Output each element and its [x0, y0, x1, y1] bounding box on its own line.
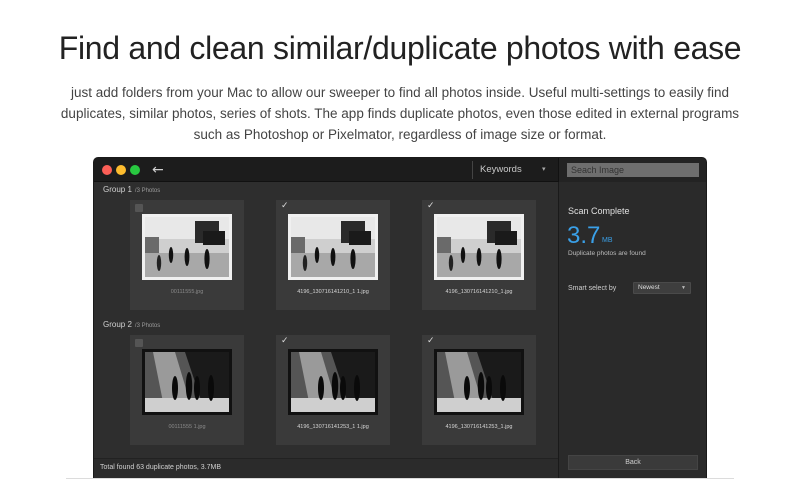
search-area: [558, 158, 706, 182]
checkmark-icon[interactable]: ✓: [281, 200, 289, 212]
photo-filename: 00111555 1.jpg: [168, 424, 206, 430]
photo-checkbox[interactable]: [135, 339, 143, 347]
back-button[interactable]: Back: [568, 455, 698, 470]
street-photo: [291, 217, 375, 277]
minimize-window-button[interactable]: [116, 165, 126, 175]
group-count: /3 Photos: [134, 323, 161, 329]
photo-thumbnail: [142, 349, 232, 415]
checkmark-icon[interactable]: ✓: [427, 200, 435, 212]
group-title: Group 2: [103, 320, 132, 329]
photo-filename: 4196_130716141210_1 1.jpg: [297, 289, 369, 295]
photo-card[interactable]: ✓ 4196_130716141210_1.jpg: [422, 200, 536, 310]
divider: [66, 478, 734, 479]
titlebar: ← Keywords ▾: [94, 158, 706, 182]
photo-card[interactable]: 00111555.jpg: [130, 200, 244, 310]
hero-title: Find and clean similar/duplicate photos …: [58, 30, 742, 66]
status-text: Total found 63 duplicate photos, 3.7MB: [100, 464, 222, 471]
photo-card[interactable]: 00111555 1.jpg: [130, 335, 244, 445]
photo-thumbnail: [434, 349, 524, 415]
zoom-window-button[interactable]: [130, 165, 140, 175]
photo-thumbnail: [142, 214, 232, 280]
silhouette-photo: [291, 352, 375, 412]
photo-filename: 4196_130716141210_1.jpg: [445, 289, 513, 295]
smart-select-value: Newest: [638, 284, 660, 291]
photo-card[interactable]: ✓ 4196_130716141253_1 1.jpg: [276, 335, 390, 445]
photo-card[interactable]: ✓ 4196_130716141210_1 1.jpg: [276, 200, 390, 310]
close-window-button[interactable]: [102, 165, 112, 175]
status-bar: Total found 63 duplicate photos, 3.7MB: [94, 458, 558, 478]
smart-select-label: Smart select by: [568, 285, 617, 292]
chevron-down-icon: ▼: [681, 285, 686, 291]
group-count: /3 Photos: [134, 188, 161, 194]
silhouette-photo: [437, 352, 521, 412]
duplicates-found-text: Duplicate photos are found: [568, 250, 646, 257]
chevron-down-icon[interactable]: ▾: [542, 158, 546, 182]
duplicate-size-value: 3.7: [567, 222, 601, 249]
photo-thumbnail: [288, 349, 378, 415]
photo-thumbnail: [288, 214, 378, 280]
arrow-left-icon[interactable]: ←: [152, 161, 164, 179]
photo-grid: Group 1/3 Photos 00111555.jpg ✓ 4196_130…: [94, 182, 558, 478]
keywords-dropdown[interactable]: Keywords: [480, 158, 550, 182]
street-photo: [437, 217, 521, 277]
street-photo: [145, 217, 229, 277]
group-title: Group 1: [103, 185, 132, 194]
group-label: Group 1/3 Photos: [103, 185, 160, 194]
duplicate-size-unit: MB: [602, 237, 613, 244]
checkmark-icon[interactable]: ✓: [427, 335, 435, 347]
app-window: ← Keywords ▾ Group 1/3 Photos: [94, 158, 706, 478]
photo-card[interactable]: ✓ 4196_130716141253_1.jpg: [422, 335, 536, 445]
checkmark-icon[interactable]: ✓: [281, 335, 289, 347]
smart-select-dropdown[interactable]: Newest ▼: [633, 282, 691, 294]
search-input[interactable]: [567, 163, 699, 177]
photo-checkbox[interactable]: [135, 204, 143, 212]
photo-filename: 00111555.jpg: [170, 289, 204, 295]
toolbar-divider: [472, 161, 473, 179]
results-sidebar: Scan Complete 3.7 MB Duplicate photos ar…: [558, 182, 706, 478]
silhouette-photo: [145, 352, 229, 412]
photo-thumbnail: [434, 214, 524, 280]
photo-filename: 4196_130716141253_1 1.jpg: [297, 424, 369, 430]
photo-filename: 4196_130716141253_1.jpg: [445, 424, 513, 430]
hero-description: just add folders from your Mac to allow …: [60, 85, 740, 142]
scan-complete-label: Scan Complete: [568, 206, 630, 216]
group-label: Group 2/3 Photos: [103, 320, 160, 329]
